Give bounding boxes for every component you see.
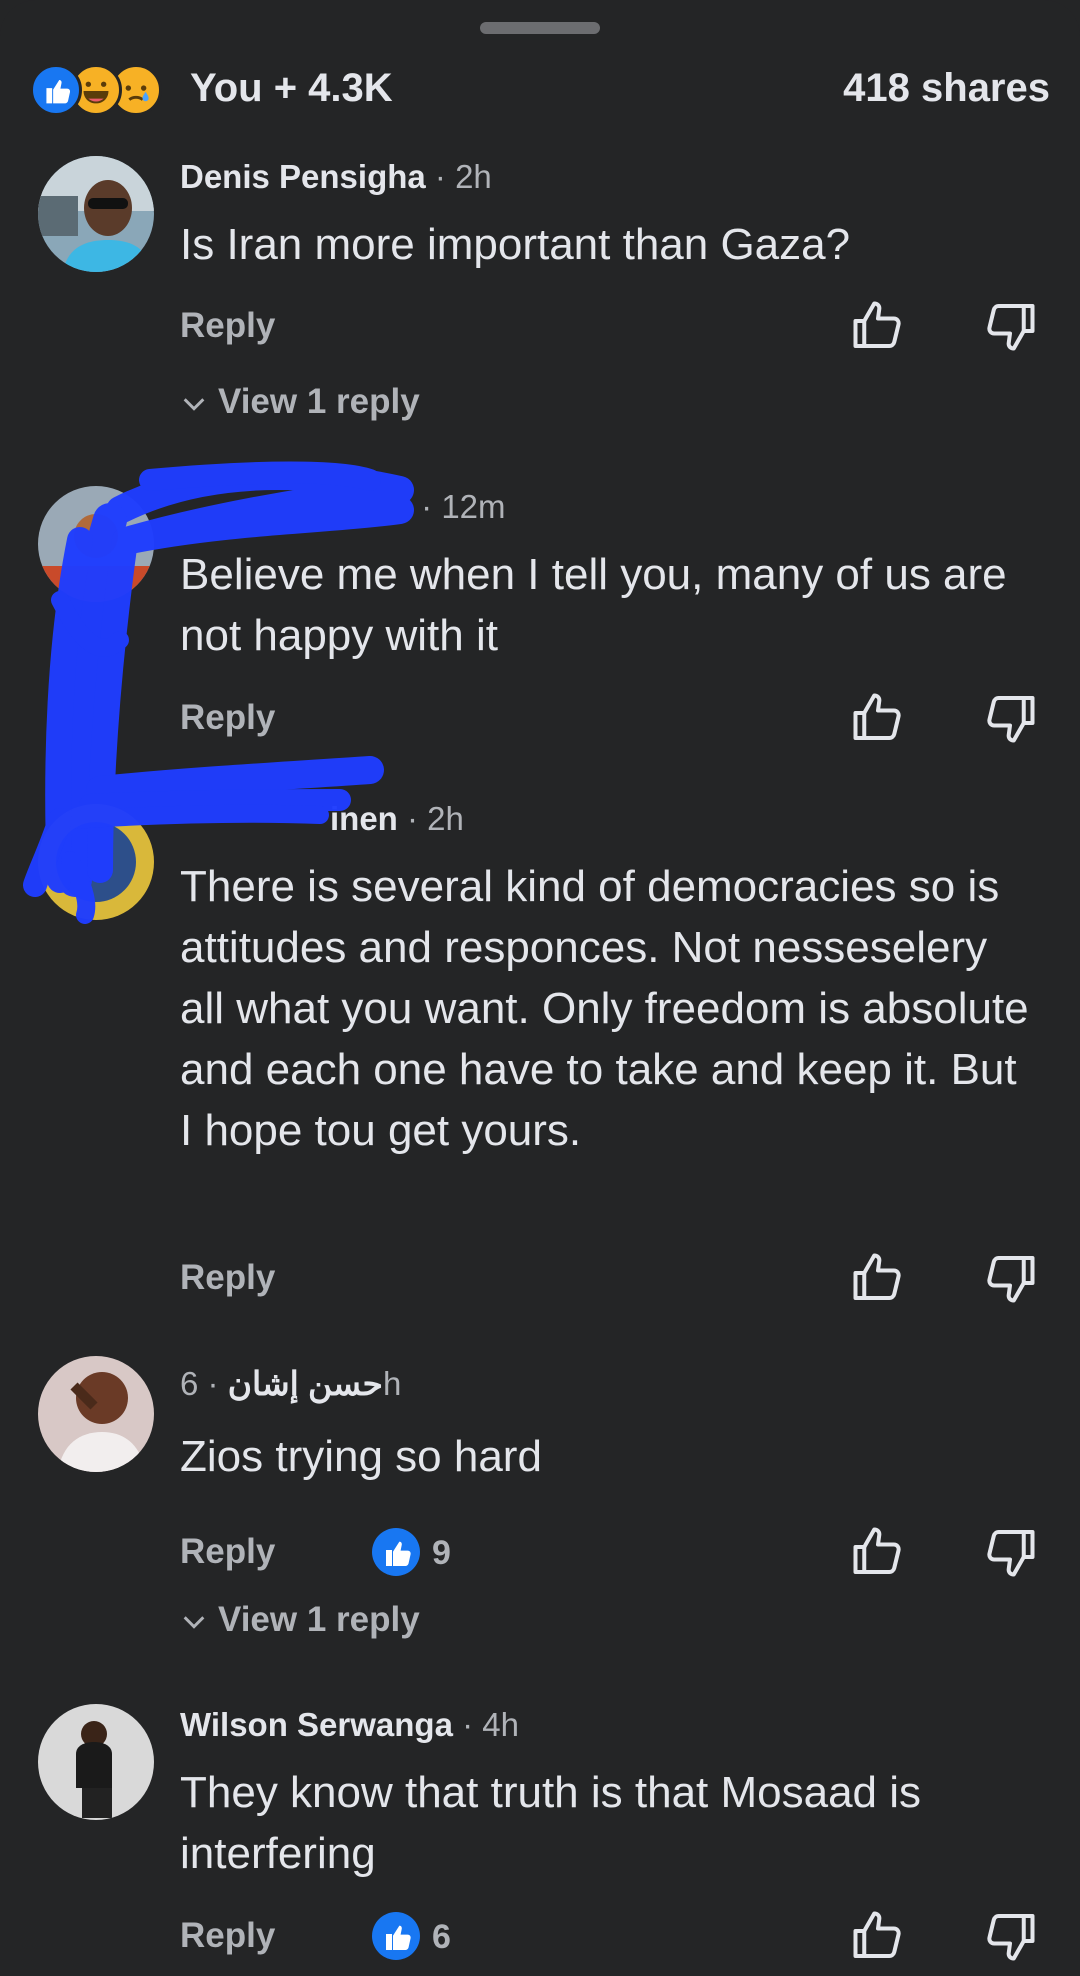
redaction-scribble (23, 461, 414, 924)
comments-sheet: You + 4.3K 418 shares Denis Pensigha · 2… (0, 0, 1080, 1976)
like-icon (30, 64, 82, 116)
reaction-icons (30, 64, 180, 116)
